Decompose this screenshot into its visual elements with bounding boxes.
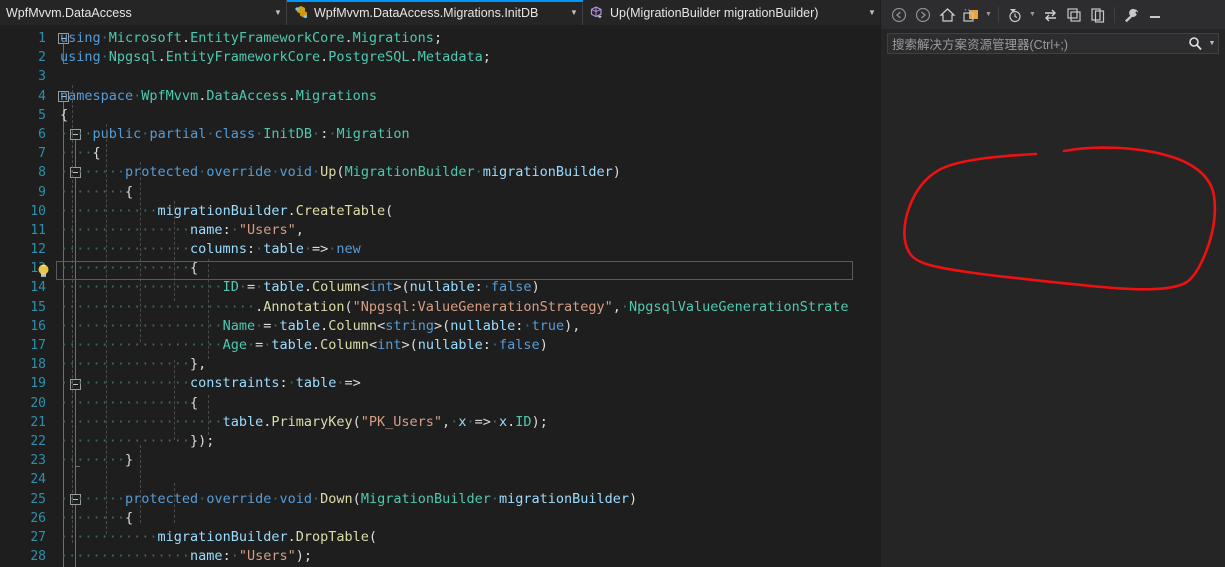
code-line[interactable]: ····················ID·=·table.Column<in…	[60, 278, 880, 297]
code-line[interactable]: ················name:·"Users");	[60, 547, 880, 566]
forward-icon[interactable]	[911, 4, 935, 26]
line-number: 6	[38, 126, 46, 142]
project-dropdown-label: WpfMvvm.DataAccess	[6, 5, 132, 20]
line-number: 25	[30, 491, 46, 507]
line-number: 27	[30, 529, 46, 545]
line-number: 8	[38, 165, 46, 181]
line-number: 7	[38, 146, 46, 162]
code-line[interactable]: ················},	[60, 355, 880, 374]
line-number: 4	[38, 88, 46, 104]
pending-changes-icon[interactable]	[1003, 4, 1027, 26]
line-number: 28	[30, 549, 46, 565]
home-icon[interactable]	[935, 4, 959, 26]
code-line[interactable]: ················name:·"Users",	[60, 221, 880, 240]
chevron-down-icon-3[interactable]: ▼	[864, 0, 880, 25]
code-line[interactable]: ····················Name·=·table.Column<…	[60, 317, 880, 336]
code-line[interactable]: ····public·partial·class·InitDB·:·Migrat…	[60, 125, 880, 144]
code-line[interactable]: ············migrationBuilder.DropTable(	[60, 528, 880, 547]
code-line[interactable]: using·Npgsql.EntityFrameworkCore.Postgre…	[60, 48, 880, 67]
type-dropdown-label: WpfMvvm.DataAccess.Migrations.InitDB	[314, 5, 539, 20]
code-line[interactable]: ····················table.PrimaryKey("PK…	[60, 413, 880, 432]
method-icon	[589, 5, 606, 20]
code-line[interactable]: ················});	[60, 432, 880, 451]
line-number: 21	[30, 414, 46, 430]
line-number: 24	[30, 472, 46, 488]
line-number-gutter: 1 2 3 4 5 6 7 8 9 10 11 12 13 14 15 16 17 18 19 20 21 22 23 24 2…	[0, 25, 52, 567]
code-line[interactable]: ········{	[60, 509, 880, 528]
solution-explorer-toolbar: ▼ ▼	[881, 0, 1225, 29]
member-dropdown-label: Up(MigrationBuilder migrationBuilder)	[610, 5, 819, 20]
code-line[interactable]: ········protected·override·void·Up(Migra…	[60, 163, 880, 182]
toolbar-separator-1	[998, 6, 999, 23]
search-placeholder: 搜索解决方案资源管理器(Ctrl+;)	[892, 38, 1069, 52]
line-number: 14	[30, 280, 46, 296]
code-line[interactable]: ················constraints:·table·=>	[60, 374, 880, 393]
sync-icon[interactable]	[1038, 4, 1062, 26]
line-number: 1	[38, 31, 46, 46]
line-number: 16	[30, 318, 46, 334]
line-number: 15	[30, 299, 46, 315]
line-number: 19	[30, 376, 46, 392]
code-line[interactable]: {	[60, 106, 880, 125]
project-dropdown[interactable]: WpfMvvm.DataAccess ▼	[0, 0, 287, 25]
code-editor[interactable]: 1 2 3 4 5 6 7 8 9 10 11 12 13 14 15 16 17 18 19 20 21 22 23 24 2…	[0, 25, 880, 567]
line-number: 17	[30, 338, 46, 353]
chevron-down-icon[interactable]: ▼	[270, 0, 286, 25]
show-all-files-icon[interactable]	[1086, 4, 1110, 26]
toolbar-separator-2	[1114, 6, 1115, 23]
back-icon[interactable]	[887, 4, 911, 26]
line-number: 22	[30, 433, 46, 449]
code-text[interactable]: using·Microsoft.EntityFrameworkCore.Migr…	[60, 25, 880, 567]
chevron-down-icon[interactable]: ▼	[983, 4, 994, 26]
chevron-down-icon-2[interactable]: ▼	[566, 0, 582, 25]
code-line[interactable]: ····················Age·=·table.Column<i…	[60, 336, 880, 355]
collapse-all-icon[interactable]	[1062, 4, 1086, 26]
search-options-chevron-icon[interactable]: ▼	[1206, 40, 1218, 47]
code-line[interactable]	[60, 470, 880, 489]
line-number: 12	[30, 242, 46, 258]
line-number: 23	[30, 453, 46, 469]
solution-search-box[interactable]: 搜索解决方案资源管理器(Ctrl+;) ▼	[887, 33, 1219, 54]
line-number: 18	[30, 357, 46, 373]
code-line[interactable]: ········}	[60, 451, 880, 470]
code-line[interactable]: using·Microsoft.EntityFrameworkCore.Migr…	[60, 29, 880, 48]
code-line[interactable]: namespace·WpfMvvm.DataAccess.Migrations	[60, 87, 880, 106]
line-number: 10	[30, 203, 46, 219]
code-line[interactable]: ············migrationBuilder.CreateTable…	[60, 202, 880, 221]
code-line[interactable]: ················{	[60, 394, 880, 413]
type-dropdown[interactable]: WpfMvvm.DataAccess.Migrations.InitDB ▼	[287, 0, 583, 25]
code-line[interactable]: ····{	[60, 144, 880, 163]
active-navbar-accent	[287, 0, 583, 2]
lightbulb-icon[interactable]	[36, 263, 51, 279]
minimize-icon[interactable]	[1143, 4, 1167, 26]
line-number: 11	[30, 222, 46, 238]
line-number: 5	[38, 107, 46, 123]
code-line[interactable]	[60, 67, 880, 86]
line-number: 20	[30, 395, 46, 411]
line-number: 3	[38, 69, 46, 85]
line-number: 9	[38, 184, 46, 200]
properties-icon[interactable]	[1119, 4, 1143, 26]
new-folder-icon[interactable]	[959, 4, 983, 26]
class-icon	[293, 5, 310, 20]
code-line[interactable]: ········protected·override·void·Down(Mig…	[60, 490, 880, 509]
line-number: 26	[30, 510, 46, 526]
chevron-down-icon-2[interactable]: ▼	[1027, 4, 1038, 26]
code-line[interactable]: ························.Annotation("Npg…	[60, 298, 880, 317]
search-icon[interactable]	[1184, 36, 1206, 51]
editor-navigation-bar: WpfMvvm.DataAccess ▼ WpfMvvm.DataAccess.…	[0, 0, 880, 25]
code-line[interactable]: ········{	[60, 183, 880, 202]
solution-explorer-panel: ▼ ▼ 搜索解决方案资源管理器(Ctrl+;) ▼	[881, 0, 1225, 567]
visual-studio-window: WpfMvvm.DataAccess ▼ WpfMvvm.DataAccess.…	[0, 0, 1225, 567]
line-number: 2	[38, 50, 46, 66]
code-line[interactable]: ················{	[60, 259, 880, 278]
code-line[interactable]: ················columns:·table·=>·new	[60, 240, 880, 259]
member-dropdown[interactable]: Up(MigrationBuilder migrationBuilder) ▼	[583, 0, 880, 25]
